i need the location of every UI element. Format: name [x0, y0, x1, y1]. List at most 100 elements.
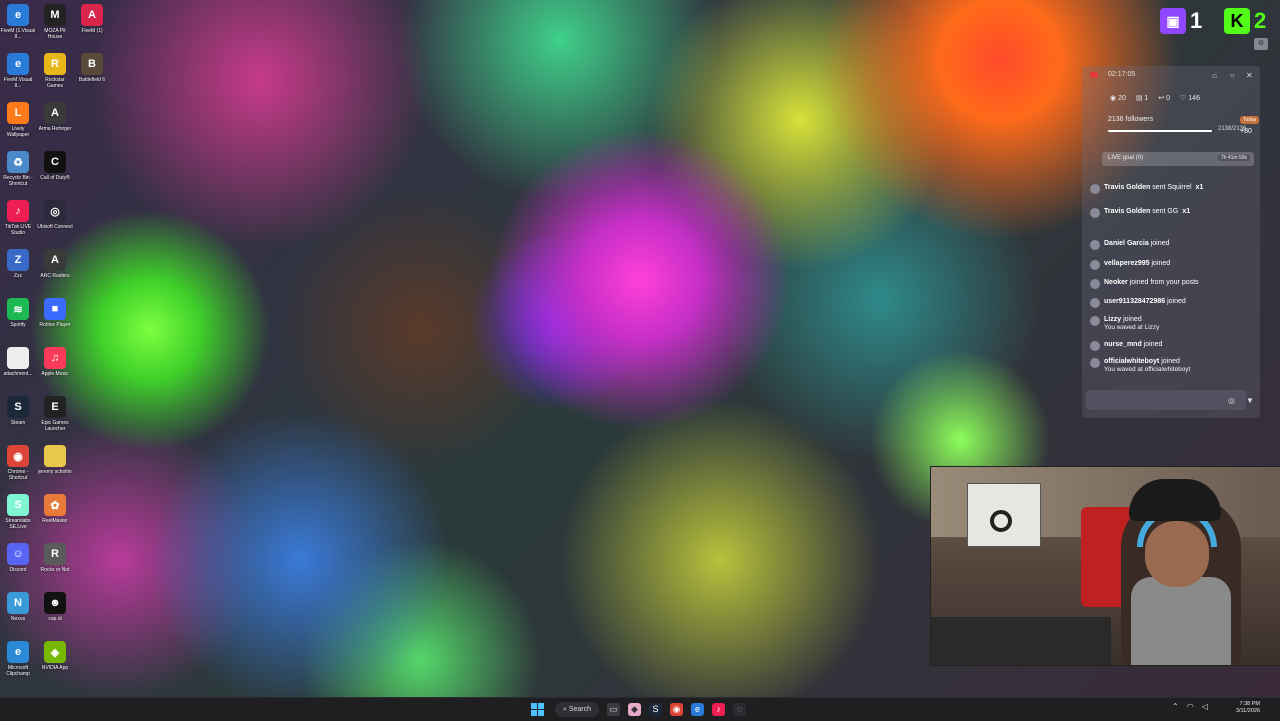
desktop-icon[interactable]: ◎ Ubisoft Connect: [37, 200, 73, 230]
today-badge: Today: [1240, 116, 1260, 124]
webcam-shirt: [1131, 577, 1231, 665]
chevron-up-icon[interactable]: ⌃: [1172, 702, 1179, 711]
desktop-icon[interactable]: ♪ TikTok LIVE Studio: [0, 200, 36, 236]
desktop-icon[interactable]: N Nexus: [0, 592, 36, 622]
desktop-icon[interactable]: S Streamlabs SE.Live: [0, 494, 36, 530]
desktop-icon[interactable]: ≋ Spotify: [0, 298, 36, 328]
desktop-icon[interactable]: e FiveM.Visual 8...: [0, 53, 36, 89]
desktop-icon[interactable]: e Microsoft Clipchamp: [0, 641, 36, 677]
desktop-icon[interactable]: R Rockstar Games: [37, 53, 73, 89]
chats-stat: ▤ 1: [1135, 95, 1149, 102]
feed-action: joined from your posts: [1129, 279, 1199, 286]
discord-icon: ☺: [7, 543, 29, 565]
tiktok-taskbar-icon[interactable]: ♪: [712, 703, 725, 716]
windows-start-icon[interactable]: [531, 703, 544, 716]
desktop-icon[interactable]: ☺ Discord: [0, 543, 36, 573]
nvidia-icon: ◈: [44, 641, 66, 663]
obs-taskbar-icon[interactable]: ◌: [733, 703, 746, 716]
feed-item[interactable]: Travis Golden sent GG x1: [1090, 208, 1190, 218]
game-icon: R: [44, 543, 66, 565]
emoji-icon[interactable]: ◎: [1228, 396, 1235, 405]
taskbar-clock[interactable]: 7:38 PM 3/11/2026: [1228, 701, 1260, 715]
desktop-icon[interactable]: A Arma Reforger: [37, 102, 73, 132]
cod-icon: C: [44, 151, 66, 173]
desktop-icon[interactable]: Z Zzz: [0, 249, 36, 279]
webcam-desk: [931, 617, 1111, 665]
feed-item[interactable]: Daniel Garcia joined: [1090, 240, 1169, 250]
desktop-icon[interactable]: M MOZA Pit House: [37, 4, 73, 40]
desktop-icon[interactable]: ■ Roblox Player: [37, 298, 73, 328]
feed-username[interactable]: Travis Golden: [1104, 184, 1150, 191]
likes-stat: ♡ 146: [1180, 95, 1200, 102]
feed-username[interactable]: nurse_mnd: [1104, 341, 1142, 348]
desktop-icon-label: Ubisoft Connect: [37, 224, 73, 230]
shares-stat: ↩ 0: [1158, 95, 1171, 102]
desktop-icon-label: cap.id: [48, 616, 62, 622]
chat-input[interactable]: [1086, 390, 1246, 410]
steam-taskbar-icon[interactable]: S: [649, 703, 662, 716]
avatar: [1090, 260, 1100, 270]
feed-item[interactable]: nurse_mnd joined: [1090, 341, 1162, 351]
desktop-icon[interactable]: S Steam: [0, 396, 36, 426]
chrome-taskbar-icon[interactable]: ◉: [670, 703, 683, 716]
lively-icon: L: [7, 102, 29, 124]
desktop-icon[interactable]: ☻ cap.id: [37, 592, 73, 622]
desktop-icon[interactable]: e FiveM (1.Visual 8...: [0, 4, 36, 40]
desktop-icon[interactable]: R Rocks or Not: [37, 543, 73, 573]
app-icon[interactable]: ◆: [628, 703, 641, 716]
feed-item[interactable]: Lizzy joined You waved at Lizzy: [1090, 316, 1159, 332]
wifi-icon[interactable]: ◠: [1187, 702, 1194, 711]
task-view-icon[interactable]: ▭: [607, 703, 620, 716]
avatar: [1090, 358, 1100, 368]
desktop-icon[interactable]: ♻ Recycle Bin - Shortcut: [0, 151, 36, 187]
capid-icon: ☻: [44, 592, 66, 614]
feed-subtext: You waved at Lizzy: [1104, 324, 1160, 331]
live-goal-row[interactable]: LIVE goal (0) 7h 41m 59s: [1102, 152, 1254, 166]
feed-username[interactable]: user911328472986: [1104, 298, 1165, 305]
lock-icon[interactable]: ⌂: [1212, 71, 1217, 80]
live-stats-overlay: 02:17:05 ⌂ ○ ✕ ◉ 20 ▤ 1 ↩ 0 ♡ 146 2136 f…: [1082, 66, 1260, 418]
desktop-icon[interactable]: ◉ Chrome - Shortcut: [0, 445, 36, 481]
feed-action: joined: [1167, 298, 1186, 305]
desktop-icon[interactable]: jeremy scholtin: [37, 445, 73, 475]
edge-taskbar-icon[interactable]: e: [691, 703, 704, 716]
desktop-icon-label: Lively Wallpaper: [6, 126, 30, 138]
desktop-icon-label: Battlefield 6: [78, 77, 106, 83]
feed-username[interactable]: Neoker: [1104, 279, 1128, 286]
feed-username[interactable]: Lizzy: [1104, 316, 1121, 323]
moza-icon: M: [44, 4, 66, 26]
avatar: [1090, 184, 1100, 194]
volume-icon[interactable]: ◁: [1202, 702, 1208, 711]
desktop-icon[interactable]: B Battlefield 6: [74, 53, 110, 83]
nexus-icon: N: [7, 592, 29, 614]
desktop-icon[interactable]: L Lively Wallpaper: [0, 102, 36, 138]
feed-item[interactable]: Neoker joined from your posts: [1090, 279, 1199, 289]
feed-item[interactable]: Travis Golden sent Squirrel x1: [1090, 184, 1203, 194]
desktop-icon[interactable]: C Call of Duty®: [37, 151, 73, 181]
feed-item[interactable]: vellaperez995 joined: [1090, 260, 1170, 270]
desktop-icon[interactable]: attachment...: [0, 347, 36, 377]
desktop-icon[interactable]: E Epic Games Launcher: [37, 396, 73, 432]
desktop-icon[interactable]: ◈ NVIDIA App: [37, 641, 73, 671]
desktop-icon[interactable]: ♫ Apple Music: [37, 347, 73, 377]
feed-action: joined: [1150, 240, 1170, 247]
live-goal-label: LIVE goal (0): [1108, 155, 1144, 161]
feed-username[interactable]: Daniel Garcia: [1104, 240, 1149, 247]
desktop-icon-label: Arma Reforger: [38, 126, 72, 132]
taskbar-search[interactable]: ⌕ Search: [555, 702, 599, 717]
desktop-icon[interactable]: A FiveM (1): [74, 4, 110, 34]
feed-action: sent Squirrel: [1152, 184, 1192, 191]
desktop-icon-label: jeremy scholtin: [38, 469, 72, 475]
desktop-icon[interactable]: ✿ ReelMaster: [37, 494, 73, 524]
feed-username[interactable]: vellaperez995: [1104, 260, 1150, 267]
filter-icon[interactable]: ▼: [1246, 396, 1254, 405]
feed-item[interactable]: officialwhiteboyt joined You waved at off…: [1090, 358, 1190, 374]
close-icon[interactable]: ✕: [1246, 71, 1253, 80]
desktop-icon[interactable]: A ARC Raiders: [37, 249, 73, 279]
settings-icon[interactable]: ○: [1230, 71, 1235, 80]
feed-username[interactable]: officialwhiteboyt: [1104, 358, 1159, 365]
overlay-settings-button[interactable]: ⚙: [1254, 38, 1268, 50]
feed-action: joined: [1123, 316, 1142, 323]
feed-username[interactable]: Travis Golden: [1104, 208, 1150, 215]
feed-item[interactable]: user911328472986 joined: [1090, 298, 1186, 308]
